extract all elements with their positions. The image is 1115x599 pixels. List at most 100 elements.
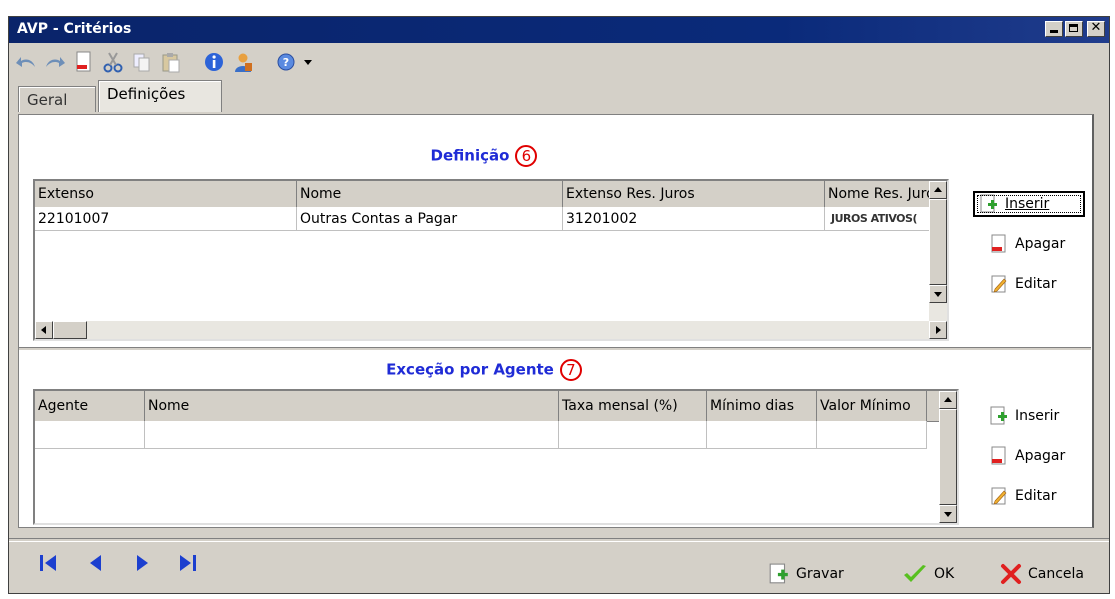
redo-icon (46, 57, 65, 67)
table-row[interactable] (35, 421, 957, 449)
cell-taxa-mensal[interactable] (559, 421, 707, 449)
definicao-horizontal-scrollbar[interactable] (35, 321, 947, 339)
excecao-grid-header: Agente Nome Taxa mensal (%) Mínimo dias … (35, 391, 957, 422)
excecao-vertical-scrollbar[interactable] (939, 391, 957, 523)
window-controls: ✕ (1045, 20, 1105, 37)
save-icon (769, 563, 788, 584)
minimize-button[interactable] (1045, 21, 1063, 37)
table-row[interactable]: 22101007 Outras Contas a Pagar 31201002 … (35, 207, 947, 231)
scroll-up-button[interactable] (929, 181, 947, 199)
paste-button[interactable] (158, 49, 184, 75)
cell-nome[interactable]: Outras Contas a Pagar (297, 207, 563, 231)
undo-button[interactable] (13, 49, 39, 75)
toolbar: ? (13, 47, 317, 77)
minimize-icon (1050, 30, 1058, 33)
definicao-vertical-scrollbar[interactable] (929, 181, 947, 321)
previous-record-icon (90, 555, 101, 571)
excecao-insert-button[interactable]: Inserir (985, 403, 1059, 429)
scroll-up-button[interactable] (939, 391, 957, 409)
cell-extenso[interactable]: 22101007 (35, 207, 297, 231)
tab-definicoes[interactable]: Definições (98, 80, 222, 112)
scroll-right-button[interactable] (929, 321, 947, 339)
scroll-thumb[interactable] (53, 321, 87, 339)
column-header-extenso-res-juros[interactable]: Extenso Res. Juros (563, 181, 825, 207)
column-header-nome[interactable]: Nome (297, 181, 563, 207)
column-header-extenso[interactable]: Extenso (35, 181, 297, 207)
scroll-thumb[interactable] (939, 409, 957, 505)
close-button[interactable]: ✕ (1087, 20, 1105, 37)
help-button[interactable]: ? (273, 49, 299, 75)
edit-label: Editar (1015, 276, 1057, 292)
ok-button[interactable]: OK (902, 562, 954, 586)
svg-text:?: ? (283, 56, 289, 69)
help-dropdown-button[interactable] (302, 49, 314, 75)
definicao-badge: 6 (515, 145, 538, 167)
cancel-x-icon (1001, 564, 1021, 584)
info-button[interactable] (201, 49, 227, 75)
cell-nome[interactable] (145, 421, 559, 449)
arrow-right-icon (936, 326, 941, 334)
definicao-grid[interactable]: Extenso Nome Extenso Res. Juros Nome Res… (33, 179, 949, 341)
excecao-section-title: Exceção por Agente 7 (19, 359, 949, 381)
save-button[interactable]: Gravar (768, 562, 844, 586)
cell-valor-minimo[interactable] (817, 421, 927, 449)
column-header-taxa-mensal[interactable]: Taxa mensal (%) (559, 391, 707, 421)
first-record-button[interactable] (38, 551, 58, 575)
checkmark-icon (904, 565, 926, 582)
scroll-left-button[interactable] (35, 321, 53, 339)
scroll-down-button[interactable] (939, 505, 957, 523)
last-record-button[interactable] (178, 551, 198, 575)
insert-label: Inserir (1015, 408, 1060, 424)
column-header-nome[interactable]: Nome (145, 391, 559, 421)
paste-icon (162, 53, 180, 73)
title-bar[interactable]: AVP - Critérios ✕ (9, 17, 1109, 43)
insert-icon (990, 406, 1007, 425)
user-button[interactable] (230, 49, 256, 75)
maximize-button[interactable] (1065, 21, 1083, 37)
edit-icon (991, 487, 1007, 505)
tab-definicoes-label: Definições (107, 85, 186, 103)
insert-icon (980, 194, 997, 213)
column-header-valor-minimo[interactable]: Valor Mínimo (817, 391, 927, 421)
new-document-button[interactable] (71, 49, 97, 75)
insert-label: Inserir (1005, 196, 1050, 212)
excecao-badge: 7 (559, 359, 582, 381)
cancel-button[interactable]: Cancela (1000, 562, 1084, 586)
column-header-minimo-dias[interactable]: Mínimo dias (707, 391, 817, 421)
cell-agente[interactable] (35, 421, 145, 449)
edit-label: Editar (1015, 488, 1057, 504)
dropdown-arrow-icon (304, 60, 312, 65)
delete-icon (991, 234, 1006, 253)
definicoes-panel: Definição 6 Extenso Nome Extenso Res. Jur… (18, 114, 1094, 528)
cut-button[interactable] (100, 49, 126, 75)
cut-icon (103, 52, 123, 73)
redo-button[interactable] (42, 49, 68, 75)
definicao-delete-button[interactable]: Apagar (985, 231, 1065, 257)
excecao-delete-button[interactable]: Apagar (985, 443, 1065, 469)
excecao-grid[interactable]: Agente Nome Taxa mensal (%) Mínimo dias … (33, 389, 959, 525)
definicao-insert-button[interactable]: Inserir (973, 191, 1085, 217)
undo-icon (16, 57, 35, 67)
next-record-button[interactable] (132, 551, 152, 575)
first-record-icon (40, 555, 56, 571)
arrow-left-icon (41, 326, 46, 334)
copy-icon (133, 53, 150, 72)
definicao-edit-button[interactable]: Editar (985, 271, 1056, 297)
arrow-down-icon (944, 512, 952, 517)
next-record-icon (137, 555, 148, 571)
definicao-title: Definição (430, 146, 510, 165)
previous-record-button[interactable] (86, 551, 106, 575)
excecao-edit-button[interactable]: Editar (985, 483, 1056, 509)
cell-minimo-dias[interactable] (707, 421, 817, 449)
help-icon: ? (277, 53, 295, 71)
cell-extenso-res-juros[interactable]: 31201002 (563, 207, 825, 231)
tab-geral[interactable]: Geral (18, 86, 96, 112)
close-icon: ✕ (1090, 20, 1102, 35)
copy-button[interactable] (129, 49, 155, 75)
save-label: Gravar (796, 566, 844, 582)
window-title: AVP - Critérios (17, 21, 132, 37)
scroll-thumb[interactable] (929, 199, 947, 285)
column-header-agente[interactable]: Agente (35, 391, 145, 421)
scroll-down-button[interactable] (929, 285, 947, 303)
delete-icon (991, 446, 1006, 465)
